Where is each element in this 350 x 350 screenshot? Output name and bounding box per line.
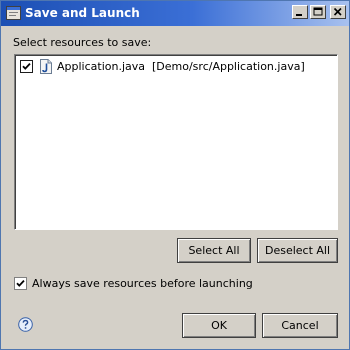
close-icon [333,7,342,16]
resource-item-label: Application.java [Demo/src/Application.j… [57,60,305,73]
always-save-checkbox[interactable] [14,277,27,290]
maximize-icon [313,7,323,16]
checkmark-icon [22,62,31,70]
minimize-icon [296,14,302,16]
minimize-button[interactable] [292,5,308,19]
title-bar[interactable]: Save and Launch [1,1,349,26]
always-save-option[interactable]: Always save resources before launching [14,277,314,293]
resource-checkbox[interactable] [20,60,33,73]
resources-list[interactable]: Application.java [Demo/src/Application.j… [14,54,338,230]
window-title: Save and Launch [25,6,140,20]
list-item[interactable]: Application.java [Demo/src/Application.j… [20,59,320,75]
always-save-label: Always save resources before launching [32,277,253,290]
deselect-all-button[interactable]: Deselect All [257,238,338,263]
resources-prompt-label: Select resources to save: [13,36,152,49]
save-and-launch-dialog: Save and Launch Select resources to save… [0,0,350,350]
ok-button[interactable]: OK [182,313,256,338]
java-file-icon [40,59,52,74]
checkmark-icon [16,279,25,287]
select-all-button[interactable]: Select All [177,238,251,263]
help-icon[interactable] [18,317,33,332]
close-button[interactable] [330,5,346,19]
maximize-button[interactable] [310,5,326,19]
cancel-button[interactable]: Cancel [262,313,338,338]
window-app-icon [6,6,21,20]
